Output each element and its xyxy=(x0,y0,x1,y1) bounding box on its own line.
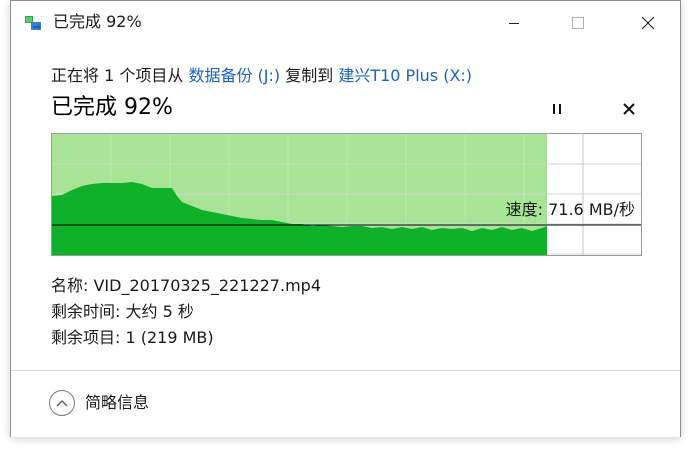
transfer-prefix: 正在将 1 个项目从 xyxy=(51,66,189,85)
pause-icon xyxy=(553,104,561,114)
file-copy-icon xyxy=(24,14,44,32)
cancel-icon xyxy=(623,103,635,115)
time-remaining-value: 大约 5 秒 xyxy=(125,302,194,321)
chevron-up-icon xyxy=(49,390,75,416)
items-remaining-row: 剩余项目: 1 (219 MB) xyxy=(51,325,321,351)
details-list: 名称: VID_20170325_221227.mp4 剩余时间: 大约 5 秒… xyxy=(51,273,321,351)
minimize-icon xyxy=(509,23,519,24)
maximize-button[interactable] xyxy=(555,1,601,45)
speed-graph-canvas xyxy=(52,134,641,255)
close-icon xyxy=(641,16,655,30)
title-bar[interactable]: 已完成 92% xyxy=(11,1,680,45)
time-remaining-label: 剩余时间: xyxy=(51,302,126,321)
progress-status: 已完成 92% xyxy=(51,95,173,120)
copy-dialog: 已完成 92% 正在将 1 个项目从 数据备份 (J:) 复制到 建兴T10 P… xyxy=(10,0,681,437)
name-value: VID_20170325_221227.mp4 xyxy=(93,276,321,295)
window-title: 已完成 92% xyxy=(53,12,142,31)
speed-graph: 速度: 71.6 MB/秒 xyxy=(51,133,642,256)
name-label: 名称: xyxy=(51,276,94,295)
fewer-details-label: 简略信息 xyxy=(85,393,150,412)
source-link[interactable]: 数据备份 (J:) xyxy=(188,66,280,85)
fewer-details-button[interactable]: 简略信息 xyxy=(49,390,149,416)
items-remaining-label: 剩余项目: xyxy=(51,328,126,347)
close-window-button[interactable] xyxy=(625,1,671,45)
pause-button[interactable] xyxy=(545,97,569,121)
name-row: 名称: VID_20170325_221227.mp4 xyxy=(51,273,321,299)
speed-label: 速度: 71.6 MB/秒 xyxy=(505,200,635,219)
minimize-button[interactable] xyxy=(491,1,537,45)
items-remaining-value: 1 (219 MB) xyxy=(125,328,214,347)
cancel-button[interactable] xyxy=(617,97,641,121)
maximize-icon xyxy=(572,17,584,29)
dialog-footer: 简略信息 xyxy=(11,371,680,437)
destination-link[interactable]: 建兴T10 Plus (X:) xyxy=(338,66,472,85)
transfer-description: 正在将 1 个项目从 数据备份 (J:) 复制到 建兴T10 Plus (X:) xyxy=(51,65,472,87)
time-remaining-row: 剩余时间: 大约 5 秒 xyxy=(51,299,321,325)
transfer-middle: 复制到 xyxy=(280,66,339,85)
